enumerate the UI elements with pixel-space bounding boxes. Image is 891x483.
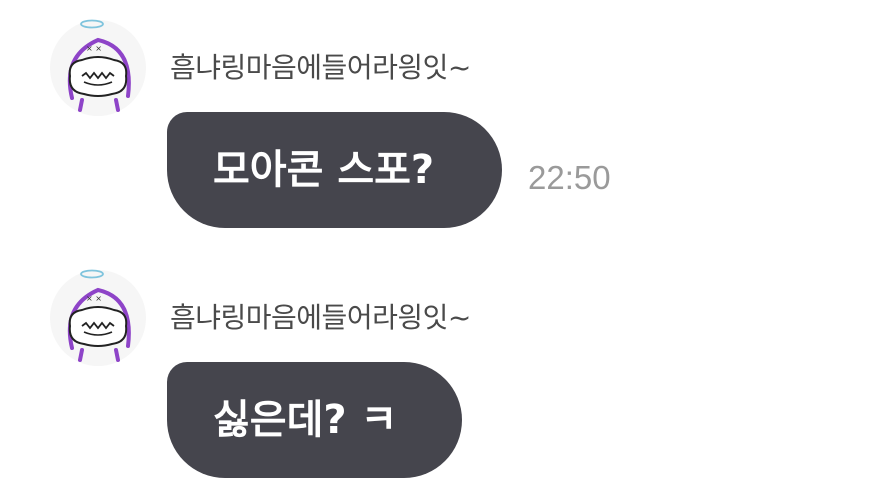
sender-name: 흠냐링마음에들어라읭잇~	[170, 301, 471, 334]
message-group: × × 흠냐링마음에들어라읭잇~ 모아콘 스포? 22:50	[0, 0, 891, 240]
sender-name: 흠냐링마음에들어라읭잇~	[170, 51, 471, 84]
svg-text:× ×: × ×	[86, 294, 102, 303]
character-with-halo-icon: × ×	[50, 269, 146, 366]
character-with-halo-icon: × ×	[50, 19, 146, 116]
message-group: × × 흠냐링마음에들어라읭잇~ 싫은데? ㅋ	[0, 250, 891, 483]
avatar-icon[interactable]: × ×	[48, 268, 148, 368]
message-bubble[interactable]: 싫은데? ㅋ	[167, 362, 462, 478]
svg-text:× ×: × ×	[86, 44, 102, 53]
message-text: 싫은데? ㅋ	[213, 397, 398, 443]
message-timestamp: 22:50	[528, 159, 611, 196]
avatar-icon[interactable]: × ×	[48, 18, 148, 118]
message-bubble[interactable]: 모아콘 스포?	[167, 112, 502, 228]
message-text: 모아콘 스포?	[213, 147, 435, 193]
